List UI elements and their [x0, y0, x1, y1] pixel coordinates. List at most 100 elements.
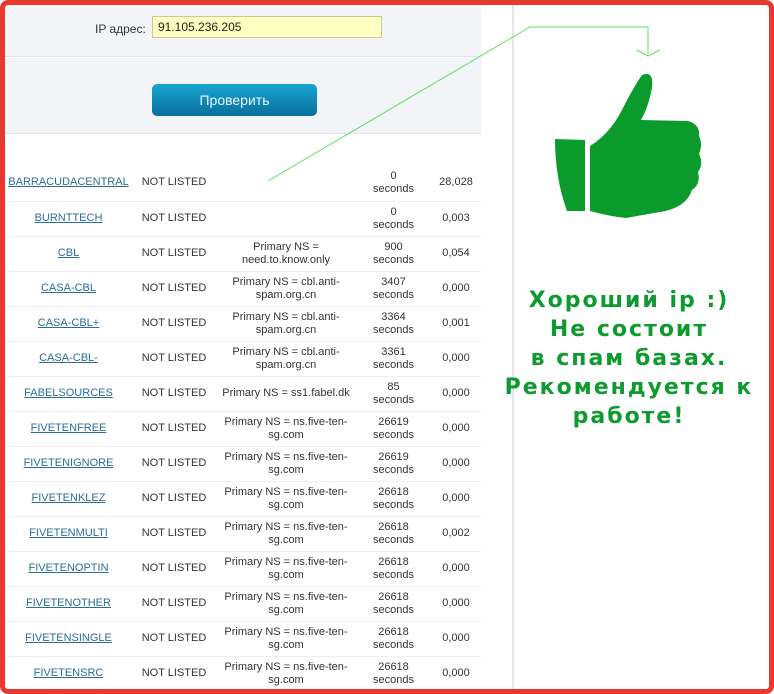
- blacklist-cell: BURNTTECH: [5, 201, 132, 237]
- response-time-cell: 0,054: [431, 236, 481, 272]
- info-cell: Primary NS = ns.five-ten-sg.com: [216, 586, 356, 622]
- ttl-cell: 26618 seconds: [356, 481, 431, 517]
- info-cell: Primary NS = cbl.anti-spam.org.cn: [216, 341, 356, 377]
- info-cell: Primary NS = ns.five-ten-sg.com: [216, 621, 356, 657]
- ttl-value: 3407: [381, 275, 406, 288]
- status-cell: NOT LISTED: [132, 341, 216, 377]
- status-cell: NOT LISTED: [132, 481, 216, 517]
- status-cell: NOT LISTED: [132, 306, 216, 342]
- blacklist-link[interactable]: FIVETENKLEZ: [32, 492, 106, 504]
- info-cell: Primary NS = ns.five-ten-sg.com: [216, 551, 356, 587]
- ttl-value: 900: [384, 240, 403, 253]
- info-cell: Primary NS = ns.five-ten-sg.com: [216, 481, 356, 517]
- ttl-unit: seconds: [373, 568, 414, 581]
- blacklist-cell: BARRACUDACENTRAL: [5, 165, 132, 202]
- table-row: FIVETENKLEZ NOT LISTED Primary NS = ns.fiv…: [5, 481, 481, 517]
- ttl-value: 26618: [378, 520, 409, 533]
- table-row: FIVETENFREE NOT LISTED Primary NS = ns.fiv…: [5, 411, 481, 447]
- ttl-unit: seconds: [373, 498, 414, 511]
- response-time-cell: 28,028: [431, 165, 481, 202]
- ttl-cell: 3364 seconds: [356, 306, 431, 342]
- info-cell: Primary NS = cbl.anti-spam.org.cn: [216, 306, 356, 342]
- blacklist-link[interactable]: FIVETENOPTIN: [28, 562, 108, 574]
- info-cell: [216, 165, 356, 202]
- verdict-line: работе!: [572, 404, 686, 429]
- status-cell: NOT LISTED: [132, 201, 216, 237]
- ttl-unit: seconds: [373, 533, 414, 546]
- ttl-unit: seconds: [373, 323, 414, 336]
- ttl-cell: 26618 seconds: [356, 621, 431, 657]
- blacklist-link[interactable]: CASA-CBL-: [39, 352, 98, 364]
- ttl-unit: seconds: [373, 393, 414, 406]
- verdict-line: Рекомендуется к: [504, 375, 754, 400]
- blacklist-link[interactable]: FIVETENSINGLE: [25, 632, 112, 644]
- blacklist-link[interactable]: FIVETENSRC: [34, 667, 104, 679]
- ttl-cell: 0 seconds: [356, 201, 431, 237]
- verdict-line: Не состоит: [549, 317, 709, 342]
- ttl-value: 85: [387, 380, 400, 393]
- table-row: FIVETENOTHER NOT LISTED Primary NS = ns.fi…: [5, 586, 481, 622]
- status-cell: NOT LISTED: [132, 411, 216, 447]
- ttl-unit: seconds: [373, 428, 414, 441]
- ttl-value: 26619: [378, 450, 409, 463]
- ttl-cell: 26619 seconds: [356, 446, 431, 482]
- status-cell: NOT LISTED: [132, 165, 216, 202]
- button-row: Проверить: [5, 58, 481, 134]
- response-time-cell: 0,003: [431, 201, 481, 237]
- ttl-unit: seconds: [373, 463, 414, 476]
- blacklist-link[interactable]: FIVETENFREE: [31, 422, 107, 434]
- blacklist-link[interactable]: CASA-CBL+: [38, 317, 99, 329]
- blacklist-cell: FIVETENSINGLE: [5, 621, 132, 657]
- response-time-cell: 0,002: [431, 516, 481, 552]
- ttl-cell: 85 seconds: [356, 376, 431, 412]
- ttl-unit: seconds: [373, 603, 414, 616]
- ttl-unit: seconds: [373, 182, 414, 195]
- table-row: FIVETENIGNORE NOT LISTED Primary NS = ns.f…: [5, 446, 481, 482]
- ttl-cell: 26618 seconds: [356, 551, 431, 587]
- ttl-cell: 900 seconds: [356, 236, 431, 272]
- blacklist-cell: FABELSOURCES: [5, 376, 132, 412]
- blacklist-cell: CBL: [5, 236, 132, 272]
- response-time-cell: 0,000: [431, 586, 481, 622]
- ttl-unit: seconds: [373, 288, 414, 301]
- response-time-cell: 0,000: [431, 271, 481, 307]
- status-cell: NOT LISTED: [132, 551, 216, 587]
- check-button[interactable]: Проверить: [152, 84, 317, 116]
- info-cell: Primary NS = ns.five-ten-sg.com: [216, 656, 356, 692]
- blacklist-link[interactable]: CASA-CBL: [41, 282, 96, 294]
- ttl-cell: 0 seconds: [356, 165, 431, 202]
- thumbs-up-icon: [555, 73, 702, 218]
- blacklist-link[interactable]: FIVETENOTHER: [26, 597, 111, 609]
- response-time-cell: 0,000: [431, 551, 481, 587]
- blacklist-cell: FIVETENKLEZ: [5, 481, 132, 517]
- blacklist-link[interactable]: CBL: [58, 247, 79, 259]
- blacklist-cell: CASA-CBL-: [5, 341, 132, 377]
- blacklist-link[interactable]: BARRACUDACENTRAL: [8, 176, 128, 188]
- ttl-value: 26618: [378, 485, 409, 498]
- ttl-value: 26618: [378, 660, 409, 673]
- ttl-value: 26618: [378, 555, 409, 568]
- blacklist-link[interactable]: BURNTTECH: [35, 212, 103, 224]
- ip-input[interactable]: [152, 16, 382, 38]
- table-row: FIVETENSRC NOT LISTED Primary NS = ns.five…: [5, 656, 481, 692]
- ttl-value: 0: [390, 205, 397, 218]
- verdict-annotation: Хороший ip :) Не состоит в спам базах. Р…: [490, 286, 768, 431]
- status-cell: NOT LISTED: [132, 236, 216, 272]
- blacklist-cell: FIVETENIGNORE: [5, 446, 132, 482]
- ttl-cell: 3407 seconds: [356, 271, 431, 307]
- blacklist-link[interactable]: FIVETENIGNORE: [24, 457, 114, 469]
- table-row: CASA-CBL- NOT LISTED Primary NS = cbl.anti…: [5, 341, 481, 377]
- ttl-cell: 26618 seconds: [356, 656, 431, 692]
- ttl-unit: seconds: [373, 638, 414, 651]
- ttl-unit: seconds: [373, 253, 414, 266]
- info-cell: Primary NS = need.to.know.only: [216, 236, 356, 272]
- status-cell: NOT LISTED: [132, 656, 216, 692]
- table-row: FABELSOURCES NOT LISTED Primary NS = ss1.f…: [5, 376, 481, 412]
- response-time-cell: 0,000: [431, 446, 481, 482]
- status-cell: NOT LISTED: [132, 621, 216, 657]
- ttl-value: 0: [390, 169, 397, 182]
- ttl-cell: 3361 seconds: [356, 341, 431, 377]
- blacklist-cell: FIVETENOTHER: [5, 586, 132, 622]
- blacklist-link[interactable]: FIVETENMULTI: [29, 527, 108, 539]
- blacklist-link[interactable]: FABELSOURCES: [24, 387, 113, 399]
